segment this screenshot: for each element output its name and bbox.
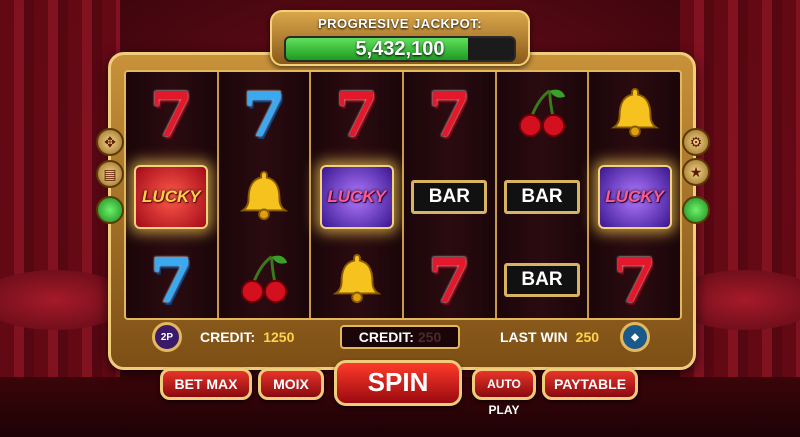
green-light-icon <box>96 196 124 224</box>
jackpot-label: PROGRESIVE JACKPOT: <box>317 16 483 31</box>
reel-cell: LUCKY <box>311 157 402 237</box>
reel-cell: 7 <box>126 74 217 154</box>
seven-red-symbol: 7 <box>149 77 193 151</box>
credit-display: CREDIT: 1250 <box>200 325 294 349</box>
auto-play-button[interactable]: AUTO PLAY <box>472 368 536 417</box>
reel-cell: 7 <box>589 240 680 318</box>
bar-symbol: BAR <box>504 263 581 297</box>
green-light-icon-right <box>682 196 710 224</box>
reel-cell: 7 <box>404 74 495 154</box>
reel-cell <box>589 74 680 154</box>
diamond-icon[interactable]: ◆ <box>620 322 650 352</box>
settings-icon[interactable]: ⚙ <box>682 128 710 156</box>
reel-4: 7 BAR 7 <box>404 72 497 318</box>
bar-symbol: BAR <box>504 180 581 214</box>
credit-box: CREDIT: 250 <box>340 325 460 349</box>
reel-cell <box>497 74 588 154</box>
reel-cell: BAR <box>497 240 588 318</box>
chip-2p[interactable]: 2P <box>152 322 182 352</box>
credit-box-value: 250 <box>417 329 442 345</box>
reel-cell: LUCKY <box>126 157 217 237</box>
bet-max-button[interactable]: BET MAX <box>160 368 252 400</box>
cherries-icon <box>234 249 294 312</box>
moix-button[interactable]: MOIX <box>258 368 324 400</box>
seven-red-symbol: 7 <box>427 243 471 317</box>
reel-cell: 7 <box>311 74 402 154</box>
cherries-icon <box>512 83 572 146</box>
reel-cell <box>219 240 310 318</box>
reel-window: 7 LUCKY 7 7 7 LUCKY 7 BAR 7 BAR BAR LUCKY 7 <box>124 70 682 320</box>
bell-icon <box>328 249 386 312</box>
seven-red-symbol: 7 <box>613 243 657 317</box>
reel-cell: BAR <box>497 157 588 237</box>
reel-cell <box>219 157 310 237</box>
expand-arrows-icon[interactable]: ✥ <box>96 128 124 156</box>
menu-icon[interactable]: ▤ <box>96 160 124 188</box>
credit-value: 1250 <box>263 329 295 345</box>
lucky-red-symbol: LUCKY <box>134 165 209 229</box>
lucky-blue-symbol: LUCKY <box>597 165 672 229</box>
star-icon[interactable]: ★ <box>682 158 710 186</box>
chip-2p-label: 2P <box>160 331 174 343</box>
bar-symbol: BAR <box>411 180 488 214</box>
jackpot-panel: PROGRESIVE JACKPOT: 5,432,100 <box>270 10 530 66</box>
seven-blue-symbol: 7 <box>242 77 286 151</box>
credit-box-label: CREDIT: <box>358 329 414 345</box>
lucky-blue-symbol: LUCKY <box>319 165 394 229</box>
jackpot-meter: 5,432,100 <box>284 36 516 62</box>
reel-cell: LUCKY <box>589 157 680 237</box>
bell-icon <box>235 166 293 229</box>
seven-red-symbol: 7 <box>427 77 471 151</box>
paytable-button[interactable]: PAYTABLE <box>542 368 638 400</box>
spin-button[interactable]: SPIN <box>334 360 462 406</box>
reel-cell: BAR <box>404 157 495 237</box>
bell-icon <box>606 83 664 146</box>
last-win-label: LAST WIN <box>500 329 568 345</box>
seven-blue-symbol: 7 <box>149 243 193 317</box>
reel-cell <box>311 240 402 318</box>
jackpot-value: 5,432,100 <box>355 38 445 60</box>
reel-cell: 7 <box>404 240 495 318</box>
seven-red-symbol: 7 <box>335 77 379 151</box>
reel-2: 7 <box>218 72 312 318</box>
last-win-value: 250 <box>575 329 600 345</box>
last-win-display: LAST WIN 250 <box>500 325 599 349</box>
reel-1: 7 LUCKY 7 <box>126 72 219 318</box>
reel-6: LUCKY 7 <box>589 72 680 318</box>
reel-cell: 7 <box>126 240 217 318</box>
credit-label: CREDIT: <box>200 329 256 345</box>
reel-3: 7 LUCKY <box>311 72 405 318</box>
reel-cell: 7 <box>219 74 310 154</box>
reel-5: BAR BAR <box>496 72 590 318</box>
